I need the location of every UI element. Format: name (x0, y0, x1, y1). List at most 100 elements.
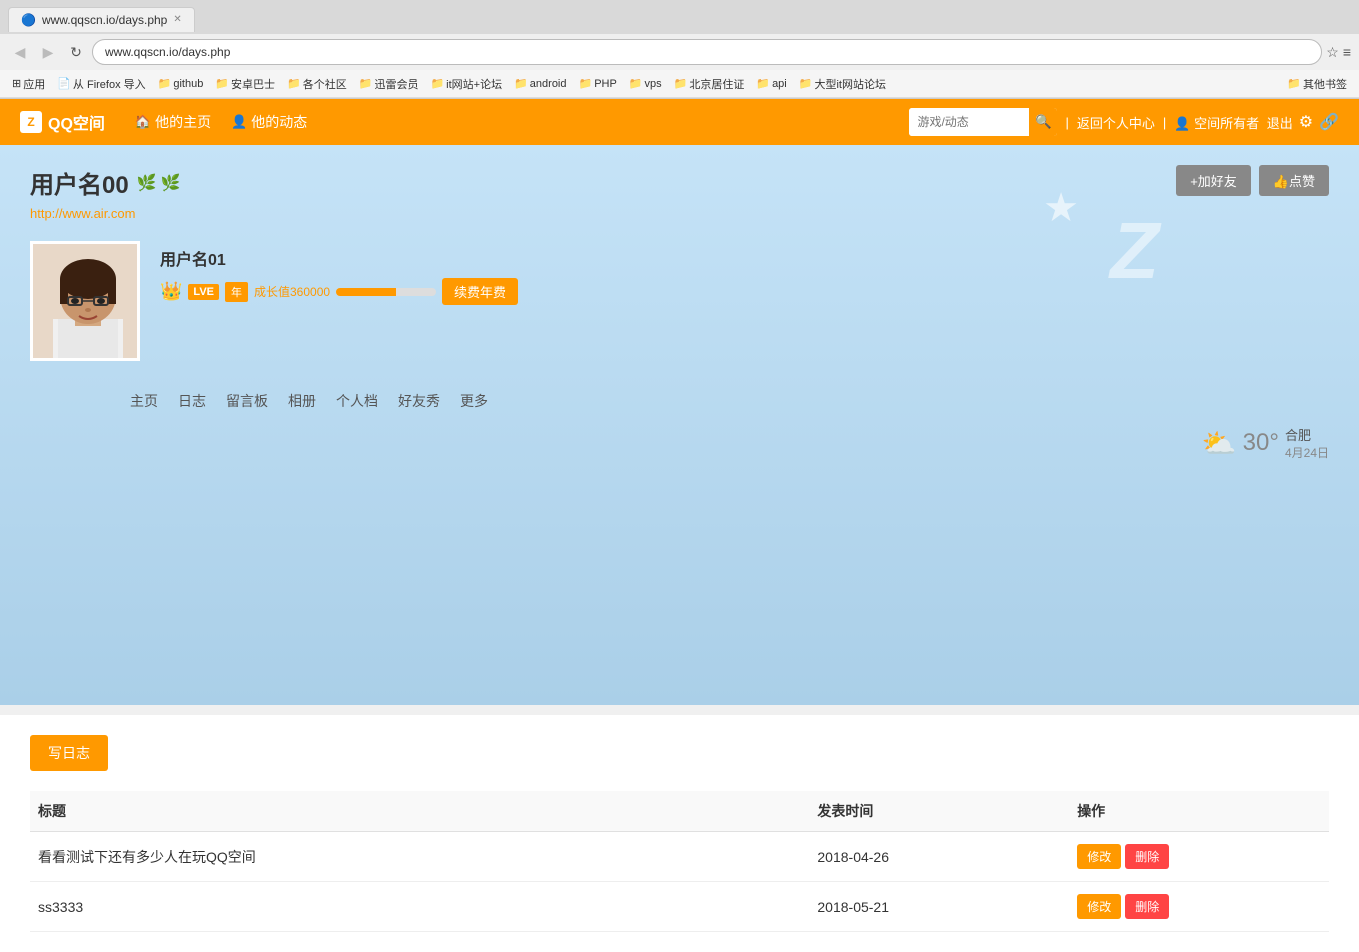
leaf-icon-1: 🌿 (137, 173, 157, 193)
avatar (33, 244, 140, 361)
table-row: ss33332018-05-21 修改删除 (30, 882, 1329, 932)
edit-button[interactable]: 修改 (1077, 894, 1121, 919)
blog-table-header-row: 标题 发表时间 操作 (30, 791, 1329, 832)
refresh-button[interactable]: ↻ (64, 40, 88, 64)
username-display: 用户名00 🌿 🌿 (30, 165, 1329, 200)
nav-more[interactable]: 更多 (460, 391, 488, 411)
divider: | (1065, 115, 1068, 130)
blog-title-cell[interactable]: ss3333 (30, 882, 809, 932)
weather-temp: 30° (1243, 429, 1279, 457)
browser-icons: ☆ ≡ (1326, 44, 1351, 61)
profile-username: 用户名01 (160, 246, 518, 270)
user-url[interactable]: http://www.air.com (30, 206, 1329, 221)
blog-action-cell: 修改删除 (1069, 832, 1329, 882)
return-center-link[interactable]: 返回个人中心 (1077, 113, 1155, 132)
crown-icon: 👑 (160, 281, 182, 302)
nav-his-activity-label: 他的动态 (251, 112, 307, 132)
avatar-box (30, 241, 140, 361)
owner-label: 👤 空间所有者 退出 (1174, 113, 1292, 132)
qq-logo[interactable]: Z QQ空间 (20, 110, 105, 134)
profile-info: 用户名01 👑 LVE 年 成长值360000 续费年费 (160, 241, 518, 313)
qq-navbar: Z QQ空间 🏠 他的主页 👤 他的动态 🔍 | 返回个人中心 | 👤 空间所有… (0, 99, 1359, 145)
progress-bar (336, 288, 436, 296)
home-icon: 🏠 (135, 114, 151, 130)
bookmark-github[interactable]: github (154, 75, 208, 92)
col-action: 操作 (1069, 791, 1329, 832)
nav-his-home[interactable]: 🏠 他的主页 (125, 112, 221, 132)
col-title: 标题 (30, 791, 809, 832)
logout-label[interactable]: 退出 (1267, 116, 1293, 131)
display-username: 用户名00 (30, 165, 129, 200)
edit-button[interactable]: 修改 (1077, 844, 1121, 869)
address-bar-row: ◀ ▶ ↻ ☆ ≡ (0, 34, 1359, 70)
nav-profile[interactable]: 个人档 (336, 391, 378, 411)
tab-favicon: 🔵 (21, 13, 36, 27)
delete-button[interactable]: 删除 (1125, 894, 1169, 919)
qq-logo-icon: Z (20, 111, 42, 133)
address-input[interactable] (92, 39, 1322, 65)
forward-button[interactable]: ▶ (36, 40, 60, 64)
tab-close-btn[interactable]: ✕ (173, 14, 181, 25)
bookmark-android-bus[interactable]: 安卓巴士 (211, 74, 279, 94)
blog-date-cell: 2018-05-21 (809, 882, 1069, 932)
weather-info: 合肥 4月24日 (1285, 425, 1329, 461)
blog-date-cell: 2018-04-26 (809, 832, 1069, 882)
firefox-icon: 📄 (57, 77, 71, 90)
bookmark-firefox[interactable]: 📄 从 Firefox 导入 (53, 74, 149, 94)
weather-icon: ⛅ (1202, 427, 1237, 460)
add-friend-button[interactable]: +加好友 (1176, 165, 1251, 196)
table-row: 看看测试下还有多少人在玩QQ空间2018-04-26修改删除 (30, 832, 1329, 882)
like-button[interactable]: 👍点赞 (1259, 165, 1329, 196)
write-diary-button[interactable]: 写日志 (30, 735, 108, 771)
search-button[interactable]: 🔍 (1029, 108, 1057, 136)
bookmark-beijing[interactable]: 北京居住证 (670, 74, 749, 94)
activity-icon: 👤 (231, 114, 247, 130)
delete-button[interactable]: 删除 (1125, 844, 1169, 869)
apps-icon: ⊞ (12, 77, 21, 90)
level-year: 年 (225, 282, 248, 302)
menu-icon[interactable]: ≡ (1343, 44, 1351, 60)
progress-bar-fill (336, 288, 396, 296)
col-date: 发表时间 (809, 791, 1069, 832)
nav-photos[interactable]: 相册 (288, 391, 316, 411)
bookmark-apps[interactable]: ⊞ 应用 (8, 74, 49, 94)
bookmark-thunder[interactable]: 迅雷会员 (355, 74, 423, 94)
settings-icon[interactable]: ⚙ (1299, 112, 1313, 132)
user-actions: +加好友 👍点赞 (1176, 165, 1329, 196)
profile-nav: 主页 日志 留言板 相册 个人档 好友秀 更多 (0, 371, 1359, 411)
share-icon[interactable]: 🔗 (1319, 112, 1339, 132)
weather-date: 4月24日 (1285, 444, 1329, 461)
bookmark-communities[interactable]: 各个社区 (283, 74, 351, 94)
blog-title-cell[interactable]: 看看测试下还有多少人在玩QQ空间 (30, 832, 809, 882)
level-row: 👑 LVE 年 成长值360000 续费年费 (160, 278, 518, 305)
bookmark-api[interactable]: api (752, 75, 790, 92)
nav-friends[interactable]: 好友秀 (398, 391, 440, 411)
blog-section: 写日志 标题 发表时间 操作 看看测试下还有多少人在玩QQ空间2018-04-2… (0, 715, 1359, 952)
bookmark-php[interactable]: PHP (575, 75, 621, 92)
bookmark-other[interactable]: 其他书签 (1283, 74, 1351, 94)
qq-space-content: Z ★ 用户名00 🌿 🌿 http://www.air.com +加好友 👍点… (0, 145, 1359, 705)
nav-his-home-label: 他的主页 (155, 112, 211, 132)
bookmark-android[interactable]: android (510, 75, 570, 92)
divider2: | (1163, 115, 1166, 130)
nav-diary[interactable]: 日志 (178, 391, 206, 411)
search-box: 🔍 (909, 108, 1057, 136)
leaf-icon-2: 🌿 (161, 173, 181, 193)
brand-name: QQ空间 (48, 110, 105, 134)
nav-his-activity[interactable]: 👤 他的动态 (221, 112, 317, 132)
browser-tab[interactable]: 🔵 www.qqscn.io/days.php ✕ (8, 7, 195, 32)
user-header: 用户名00 🌿 🌿 http://www.air.com +加好友 👍点赞 (0, 145, 1359, 231)
bookmark-it-site[interactable]: it网站+论坛 (426, 74, 506, 94)
user-decoration-icons: 🌿 🌿 (137, 173, 181, 193)
search-input[interactable] (909, 108, 1029, 136)
back-button[interactable]: ◀ (8, 40, 32, 64)
bookmark-vps[interactable]: vps (625, 75, 666, 92)
browser-chrome: 🔵 www.qqscn.io/days.php ✕ ◀ ▶ ↻ ☆ ≡ ⊞ 应用… (0, 0, 1359, 99)
nav-guestbook[interactable]: 留言板 (226, 391, 268, 411)
bookmark-star-icon[interactable]: ☆ (1326, 44, 1339, 61)
bookmark-large-site[interactable]: 大型it网站论坛 (795, 74, 890, 94)
blog-table: 标题 发表时间 操作 看看测试下还有多少人在玩QQ空间2018-04-26修改删… (30, 791, 1329, 932)
renew-button[interactable]: 续费年费 (442, 278, 518, 305)
nav-home[interactable]: 主页 (130, 391, 158, 411)
level-badge: LVE (188, 284, 219, 300)
